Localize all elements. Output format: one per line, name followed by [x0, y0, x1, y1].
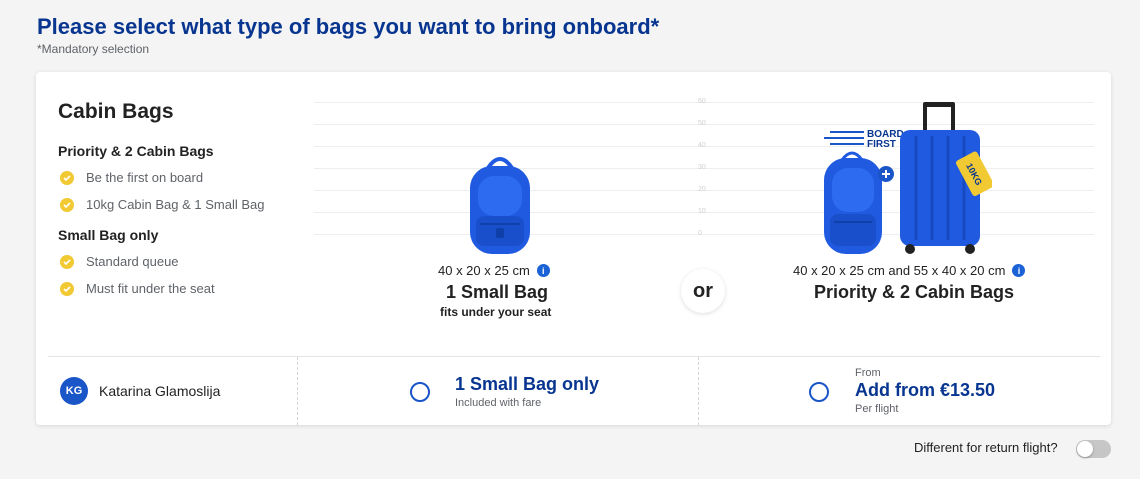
priority-option-heading: Priority & 2 Cabin Bags — [58, 143, 214, 159]
priority-bags-image: BOARD FIRST 10KG — [820, 102, 994, 261]
ruler-label: 0 — [698, 230, 702, 237]
priority-option-label[interactable]: Add from €13.50 — [855, 380, 995, 401]
or-divider: or — [681, 269, 725, 313]
ruler-label: 60 — [698, 98, 706, 105]
board-first-text: FIRST — [867, 139, 896, 150]
priority-bag-dimensions-text: 40 x 20 x 25 cm and 55 x 40 x 20 cm — [793, 263, 1006, 278]
small-bag-dimensions: 40 x 20 x 25 cm i — [438, 263, 550, 278]
check-icon — [60, 197, 74, 212]
ruler-label: 30 — [698, 164, 706, 171]
check-icon — [60, 281, 74, 296]
small-bag-image — [466, 154, 534, 261]
feature-item: 10kg Cabin Bag & 1 Small Bag — [58, 196, 318, 213]
ruler-label: 40 — [698, 142, 706, 149]
feature-text: Standard queue — [86, 254, 179, 269]
ruler-label: 20 — [698, 186, 706, 193]
toggle-knob — [1077, 441, 1093, 457]
small-bag-name: 1 Small Bag — [446, 282, 549, 302]
bags-card: Cabin Bags Priority & 2 Cabin Bags Be th… — [36, 72, 1111, 425]
small-bag-option-label[interactable]: 1 Small Bag only — [455, 374, 599, 395]
priority-bag-dimensions: 40 x 20 x 25 cm and 55 x 40 x 20 cm i — [793, 263, 1026, 278]
small-bag-option-heading: Small Bag only — [58, 227, 159, 243]
feature-text: 10kg Cabin Bag & 1 Small Bag — [86, 197, 265, 212]
check-icon — [60, 254, 74, 269]
small-bag-radio[interactable] — [410, 382, 430, 402]
check-icon — [60, 170, 74, 185]
priority-option-from: From — [855, 367, 881, 379]
priority-bag-name: Priority & 2 Cabin Bags — [814, 282, 1015, 302]
info-icon[interactable]: i — [1012, 264, 1026, 277]
priority-option-sub: Per flight — [855, 403, 899, 415]
mandatory-note: *Mandatory selection — [37, 42, 150, 56]
feature-text: Must fit under the seat — [86, 281, 215, 296]
cabin-bags-info: Cabin Bags Priority & 2 Cabin Bags Be th… — [58, 100, 318, 297]
page-title: Please select what type of bags you want… — [37, 14, 660, 39]
priority-radio[interactable] — [809, 382, 829, 402]
ruler-label: 10 — [698, 208, 706, 215]
column-divider — [698, 357, 699, 425]
column-divider — [297, 357, 298, 425]
avatar: KG — [60, 377, 88, 405]
feature-item: Be the first on board — [58, 169, 318, 186]
small-bag-option-sub: Included with fare — [455, 397, 542, 409]
feature-item: Must fit under the seat — [58, 280, 318, 297]
passenger-name: Katarina Glamoslija — [99, 383, 221, 399]
feature-text: Be the first on board — [86, 170, 204, 185]
info-icon[interactable]: i — [536, 264, 550, 277]
section-divider — [48, 356, 1100, 357]
return-flight-toggle-label: Different for return flight? — [914, 440, 1058, 455]
feature-item: Standard queue — [58, 253, 318, 270]
cabin-bags-title: Cabin Bags — [58, 100, 174, 123]
return-flight-toggle[interactable] — [1076, 440, 1111, 458]
small-bag-dimensions-text: 40 x 20 x 25 cm — [438, 263, 530, 278]
small-bag-note: fits under your seat — [440, 305, 552, 319]
ruler-label: 50 — [698, 120, 706, 127]
